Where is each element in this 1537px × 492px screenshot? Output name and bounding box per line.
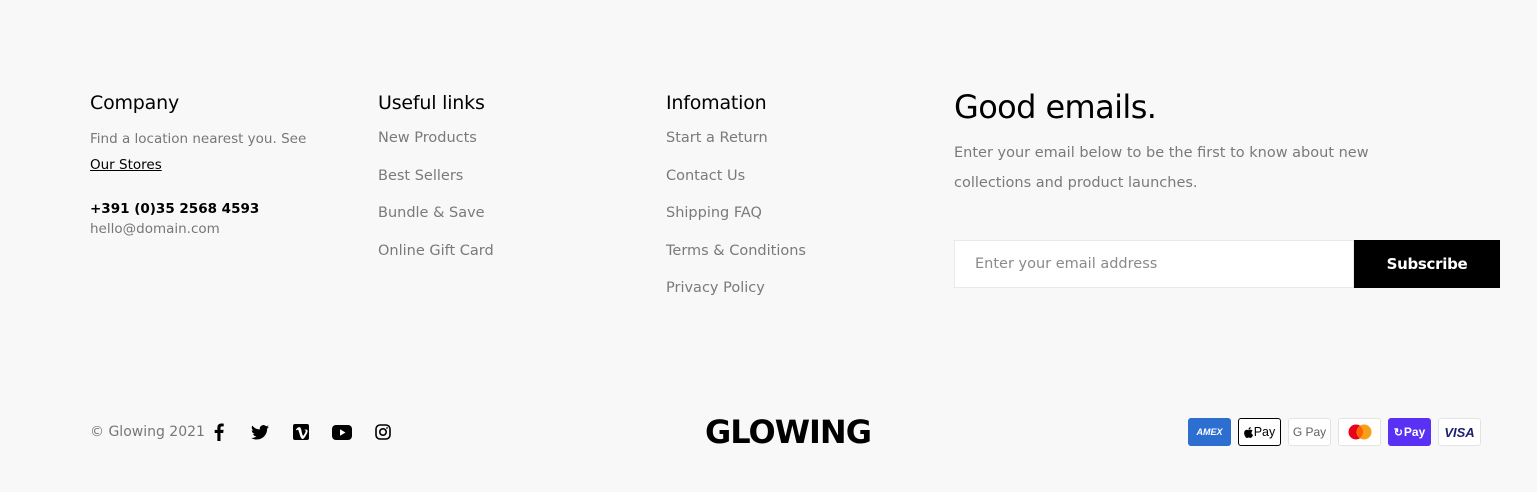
our-stores-link[interactable]: Our Stores (90, 157, 162, 173)
google-pay-icon: G Pay (1288, 418, 1331, 446)
youtube-icon[interactable] (329, 421, 355, 443)
shop-pay-icon: ↻ Pay (1388, 418, 1431, 446)
information-heading: Infomation (666, 92, 767, 114)
brand-logo[interactable]: GLOWING (705, 412, 872, 452)
link-terms-conditions[interactable]: Terms & Conditions (666, 241, 906, 279)
newsletter-description: Enter your email below to be the first t… (954, 145, 1369, 191)
link-contact-us[interactable]: Contact Us (666, 166, 906, 204)
link-start-return[interactable]: Start a Return (666, 128, 906, 166)
company-text: Find a location nearest you. See Our Sto… (90, 126, 310, 178)
company-phone[interactable]: +391 (0)35 2568 4593 (90, 199, 310, 219)
amex-icon: AMEX (1188, 418, 1231, 446)
mastercard-icon (1338, 418, 1381, 446)
shop-pay-s-icon: ↻ (1393, 426, 1403, 439)
information-links-list: Start a Return Contact Us Shipping FAQ T… (666, 128, 906, 316)
instagram-icon[interactable] (370, 421, 396, 443)
apple-pay-label: Pay (1253, 425, 1276, 439)
subscribe-button[interactable]: Subscribe (1354, 240, 1500, 288)
company-heading: Company (90, 92, 179, 114)
link-online-gift-card[interactable]: Online Gift Card (378, 241, 618, 279)
apple-pay-icon: Pay (1238, 418, 1281, 446)
link-shipping-faq[interactable]: Shipping FAQ (666, 203, 906, 241)
link-privacy-policy[interactable]: Privacy Policy (666, 278, 906, 316)
social-links (206, 421, 396, 443)
subscribe-form: Subscribe (954, 240, 1500, 288)
payment-methods: AMEX Pay G Pay ↻ Pay VISA (1188, 418, 1481, 446)
visa-icon: VISA (1438, 418, 1481, 446)
useful-links-heading: Useful links (378, 92, 485, 114)
copyright-text: © Glowing 2021 (90, 424, 205, 440)
link-best-sellers[interactable]: Best Sellers (378, 166, 618, 204)
footer-company-column: Company Find a location nearest you. See… (90, 90, 310, 239)
twitter-icon[interactable] (247, 421, 273, 443)
facebook-icon[interactable] (206, 421, 232, 443)
footer-bottom-bar: © Glowing 2021 GLOWING AMEX Pay G Pay ↻ P… (0, 412, 1537, 452)
visa-label: VISA (1444, 424, 1475, 440)
footer-information-column: Infomation Start a Return Contact Us Shi… (666, 90, 906, 316)
shop-pay-label: Pay (1403, 425, 1426, 439)
newsletter-section: Good emails. Enter your email below to b… (954, 88, 1504, 288)
google-pay-label: G Pay (1292, 425, 1327, 439)
link-bundle-save[interactable]: Bundle & Save (378, 203, 618, 241)
company-find-text: Find a location nearest you. See (90, 131, 307, 147)
newsletter-title: Good emails. (954, 88, 1157, 126)
email-input[interactable] (954, 240, 1354, 288)
company-email[interactable]: hello@domain.com (90, 219, 310, 239)
useful-links-list: New Products Best Sellers Bundle & Save … (378, 128, 618, 278)
amex-label: AMEX (1196, 427, 1223, 437)
vimeo-icon[interactable] (288, 421, 314, 443)
link-new-products[interactable]: New Products (378, 128, 618, 166)
footer-useful-links-column: Useful links New Products Best Sellers B… (378, 90, 618, 278)
